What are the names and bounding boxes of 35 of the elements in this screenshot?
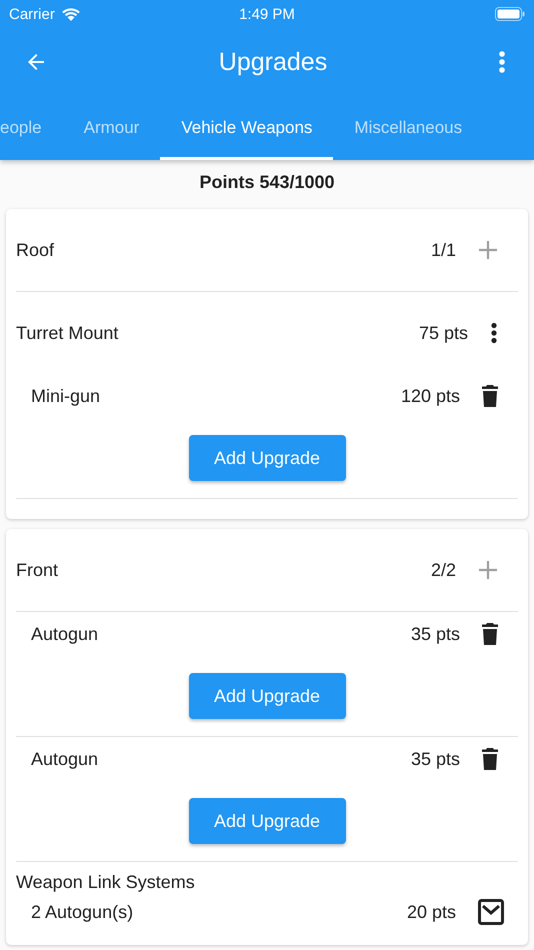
tab[interactable]: Armour <box>62 99 160 160</box>
points-total: Points 543/1000 <box>198 171 336 194</box>
wifi-icon <box>60 6 81 22</box>
section-title: Front <box>16 560 60 580</box>
weapon-name: Autogun <box>31 624 100 644</box>
add-upgrade-button[interactable]: Add Upgrade <box>188 435 346 481</box>
upgrade-name: Weapon Link Systems <box>16 872 195 892</box>
upgrade-points: 20 pts <box>406 902 456 922</box>
add-icon[interactable] <box>478 240 498 260</box>
add-upgrade-button[interactable]: Add Upgrade <box>188 673 346 719</box>
carrier-label: Carrier <box>9 6 55 22</box>
trash-icon[interactable] <box>482 623 498 645</box>
section-title: Roof <box>16 240 56 260</box>
slot-count: 1/1 <box>430 240 456 260</box>
add-icon[interactable] <box>478 560 498 580</box>
battery-icon <box>495 7 525 21</box>
weapon-name: Autogun <box>31 748 100 770</box>
page-title: Upgrades <box>218 48 328 76</box>
weapon-points: 35 pts <box>410 624 460 644</box>
weapon-points: 120 pts <box>400 386 460 406</box>
trash-icon[interactable] <box>482 748 498 770</box>
mount-name: Turret Mount <box>16 322 120 344</box>
tab[interactable]: Vehicle Weapons <box>160 99 334 160</box>
upgrade-detail: 2 Autogun(s) <box>30 902 134 922</box>
tab[interactable]: eople <box>0 99 63 160</box>
trash-icon[interactable] <box>482 385 498 407</box>
mount-points: 75 pts <box>418 322 468 344</box>
tab[interactable]: Miscellaneous <box>333 99 484 160</box>
checkbox[interactable] <box>478 899 504 925</box>
more-icon[interactable] <box>490 322 498 344</box>
status-time: 1:49 PM <box>238 6 296 22</box>
weapon-points: 35 pts <box>410 748 460 770</box>
add-upgrade-button[interactable]: Add Upgrade <box>188 798 346 844</box>
slot-count: 2/2 <box>430 560 456 580</box>
weapon-name: Mini-gun <box>31 386 102 406</box>
